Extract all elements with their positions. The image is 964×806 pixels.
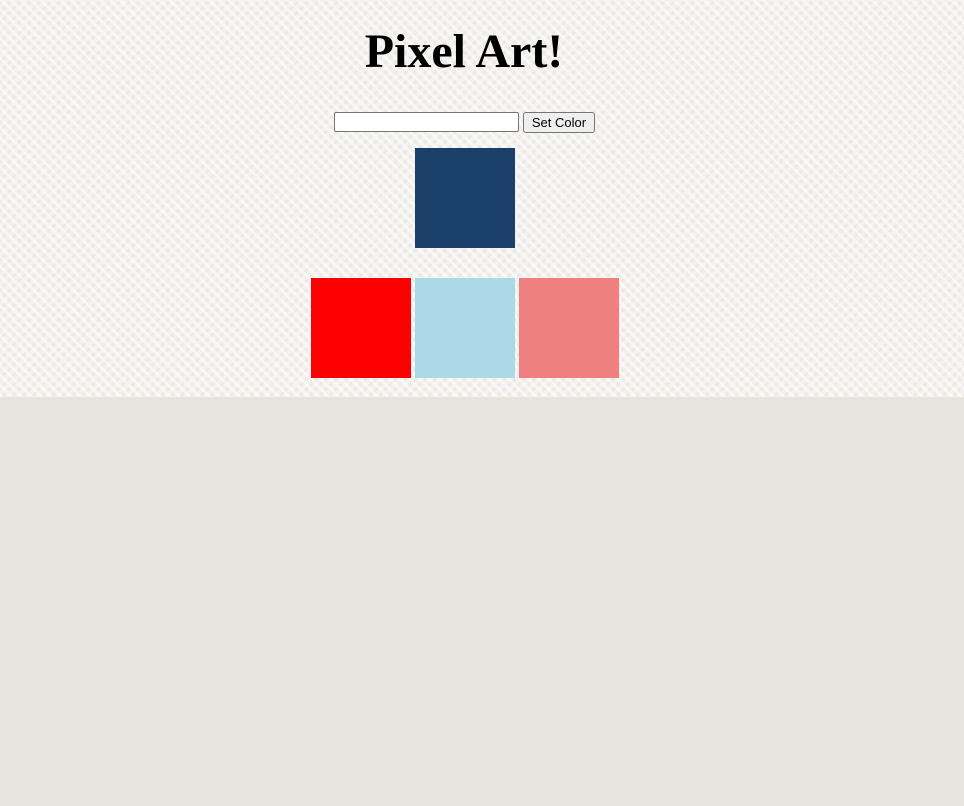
color-controls: Set Color [334, 111, 595, 133]
palette-swatch-lightblue[interactable] [415, 278, 515, 378]
brush-color-preview [415, 148, 515, 248]
set-color-button[interactable]: Set Color [523, 111, 595, 133]
page-title: Pixel Art! [364, 25, 564, 78]
pixel-art-page: Pixel Art! Set Color [0, 0, 964, 397]
palette-swatch-red[interactable] [311, 278, 411, 378]
palette-swatch-lightcoral[interactable] [519, 278, 619, 378]
color-input[interactable] [334, 112, 519, 132]
palette [311, 278, 621, 378]
